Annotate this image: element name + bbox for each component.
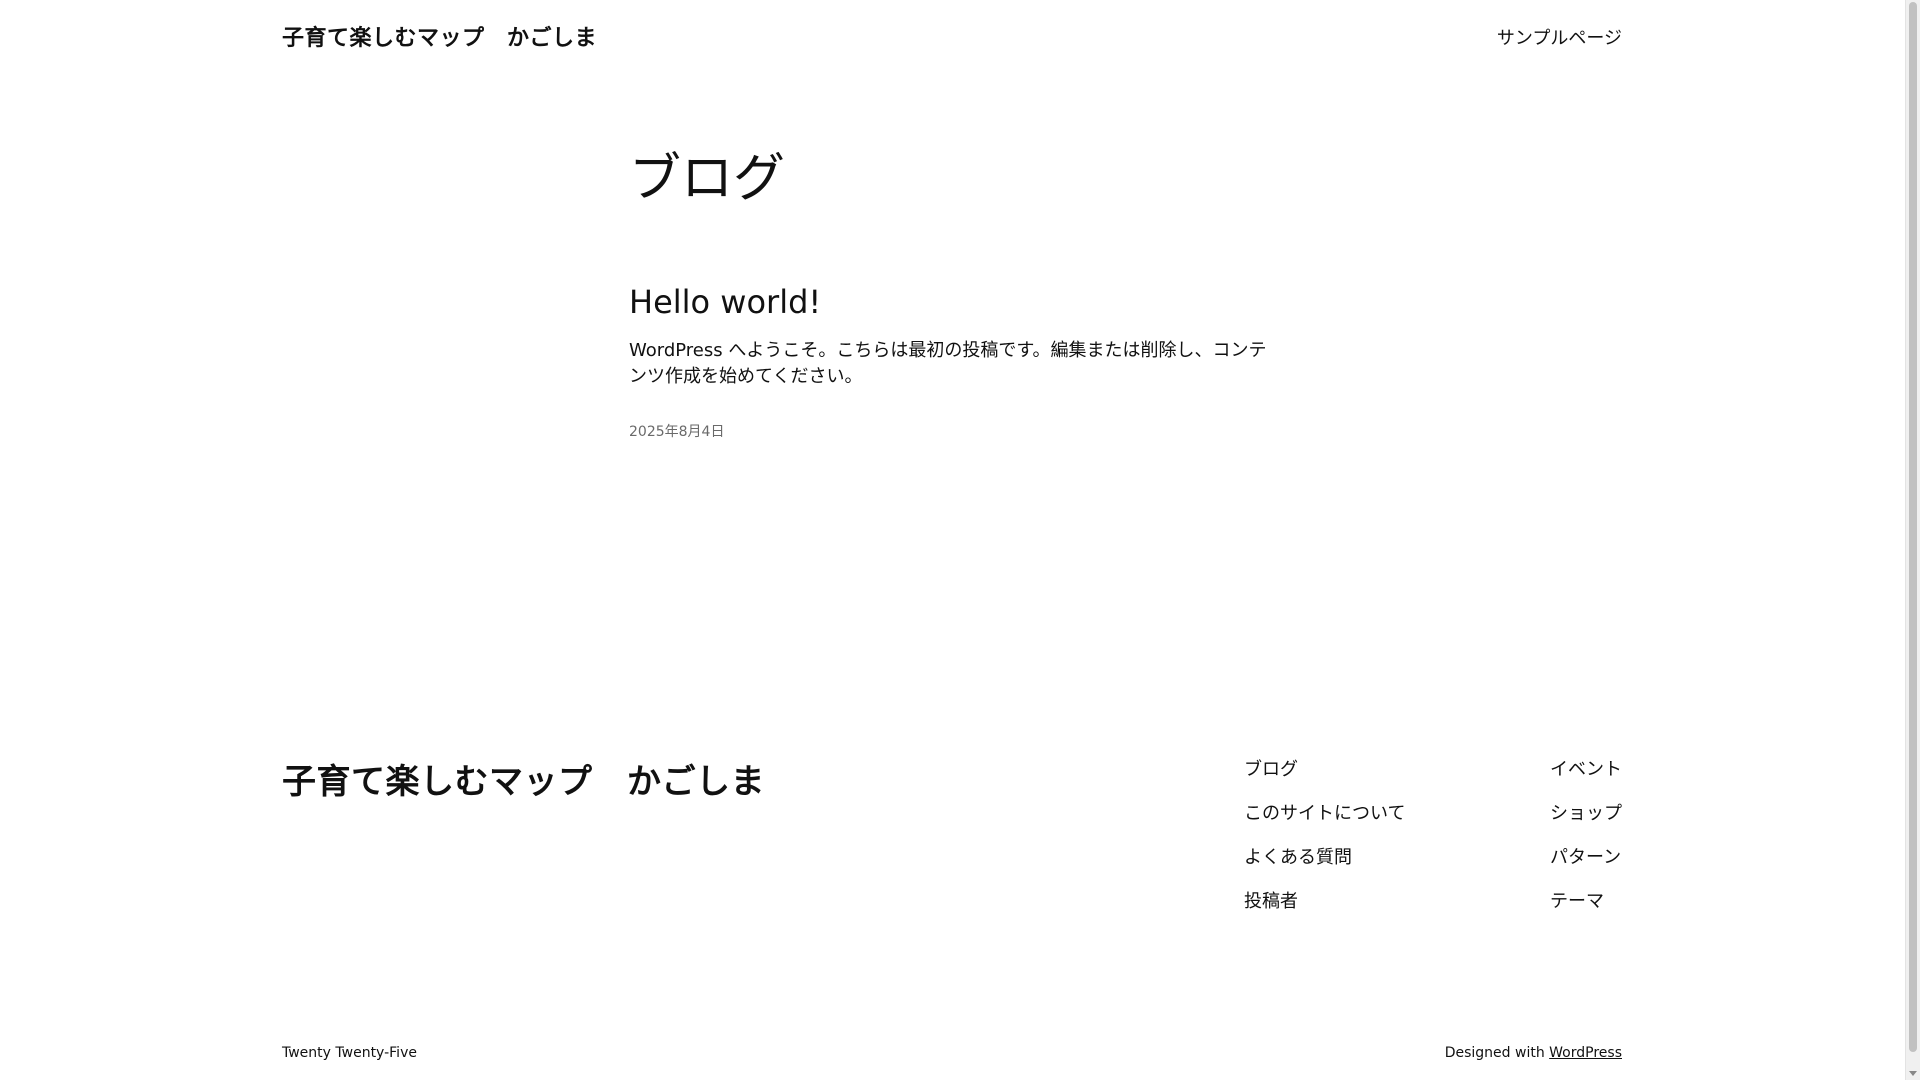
scroll-down-arrow-icon[interactable] [1909,1071,1917,1076]
footer-credit: Designed with WordPress [1445,1045,1622,1061]
footer-link-authors[interactable]: 投稿者 [1244,891,1298,912]
footer-nav-secondary: イベント ショップ パターン テーマ [1550,758,1622,934]
footer-nav-item: ショップ [1550,802,1622,846]
post-date[interactable]: 2025年8月4日 [629,421,724,441]
footer-nav-item: よくある質問 [1244,846,1405,890]
footer-nav-item: 投稿者 [1244,890,1405,934]
footer-link-patterns[interactable]: パターン [1550,847,1621,868]
footer-credit-prefix: Designed with [1444,1045,1550,1061]
footer-link-about[interactable]: このサイトについて [1244,803,1405,824]
footer-link-events[interactable]: イベント [1550,759,1622,780]
footer-theme-name: Twenty Twenty-Five [282,1045,417,1061]
post-title-link[interactable]: Hello world! [629,283,821,321]
footer-link-shop[interactable]: ショップ [1550,803,1622,824]
site-title[interactable]: 子育て楽しむマップ かごしま [282,20,597,52]
footer-nav-item: テーマ [1550,890,1622,934]
page-title: ブログ [629,149,786,209]
footer-nav-item: イベント [1550,758,1622,802]
footer-link-blog[interactable]: ブログ [1244,759,1298,780]
vertical-scrollbar[interactable] [1905,0,1920,1080]
footer-link-themes[interactable]: テーマ [1550,891,1604,912]
nav-link-sample-page[interactable]: サンプルページ [1497,24,1622,50]
footer-nav-item: パターン [1550,846,1622,890]
footer-site-title[interactable]: 子育て楽しむマップ かごしま [282,754,765,803]
footer-nav-item: このサイトについて [1244,802,1405,846]
wordpress-link[interactable]: WordPress [1549,1045,1622,1061]
post-excerpt: WordPress へようこそ。こちらは最初の投稿です。編集または削除し、コンテ… [629,340,1267,387]
page: 子育て楽しむマップ かごしま サンプルページ ブログ Hello world! … [0,0,1920,1080]
footer-nav-item: ブログ [1244,758,1405,802]
footer-nav-primary: ブログ このサイトについて よくある質問 投稿者 [1244,758,1405,934]
scrollbar-thumb[interactable] [1909,2,1917,1052]
footer-link-faq[interactable]: よくある質問 [1244,847,1352,868]
